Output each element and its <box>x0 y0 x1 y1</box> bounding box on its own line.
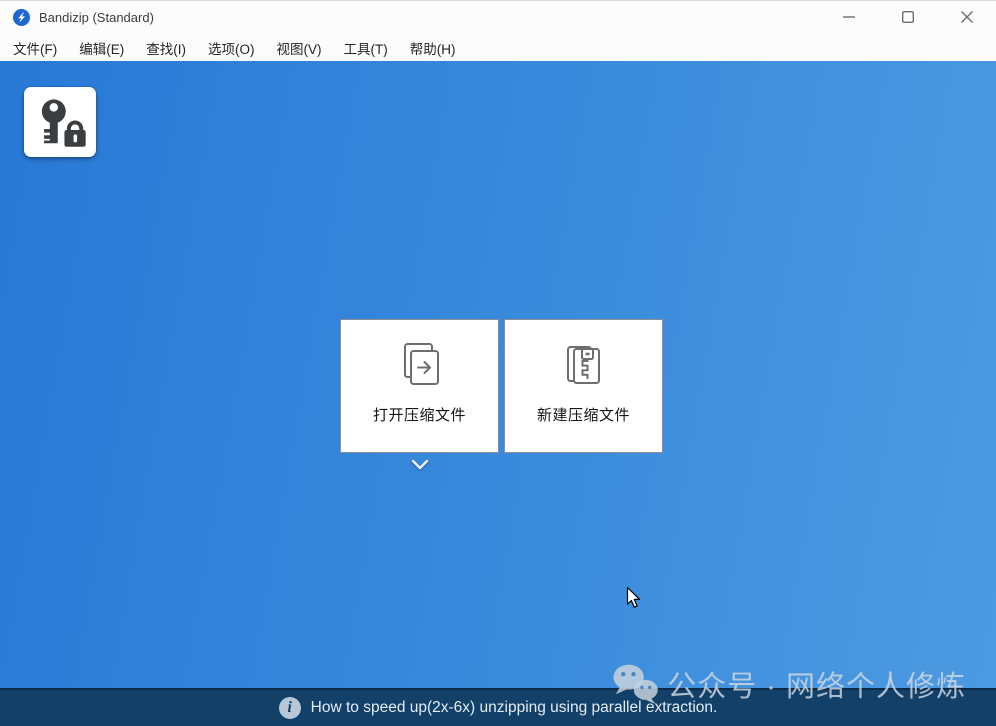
mouse-cursor <box>626 586 641 609</box>
menu-view[interactable]: 视图(V) <box>266 35 333 61</box>
info-icon: i <box>279 697 301 719</box>
menu-help[interactable]: 帮助(H) <box>399 35 467 61</box>
menu-tools[interactable]: 工具(T) <box>333 35 399 61</box>
key-lock-icon <box>27 91 93 153</box>
watermark-text: 公众号 · 网络个人修炼 <box>667 663 966 705</box>
title-bar: Bandizip (Standard) <box>0 0 996 34</box>
wechat-icon <box>612 663 659 705</box>
watermark: 公众号 · 网络个人修炼 <box>612 663 966 705</box>
password-key-lock-shortcut[interactable] <box>24 87 96 157</box>
open-archive-icon <box>394 339 446 391</box>
maximize-icon <box>902 11 914 23</box>
close-icon <box>961 11 973 23</box>
new-archive-label: 新建压缩文件 <box>537 404 630 425</box>
menu-options[interactable]: 选项(O) <box>197 35 266 61</box>
chevron-down-icon[interactable] <box>411 459 429 471</box>
menu-file[interactable]: 文件(F) <box>2 35 68 61</box>
maximize-button[interactable] <box>878 0 937 34</box>
workspace-background: 打开压缩文件 新建压缩文件 <box>0 61 996 688</box>
new-archive-card[interactable]: 新建压缩文件 <box>504 319 663 453</box>
bandizip-window: Bandizip (Standard) 文件(F) 编辑(E) <box>0 0 996 726</box>
minimize-button[interactable] <box>819 0 878 34</box>
window-title: Bandizip (Standard) <box>39 10 154 25</box>
quick-action-cards: 打开压缩文件 新建压缩文件 <box>340 319 663 453</box>
menu-bar: 文件(F) 编辑(E) 查找(I) 选项(O) 视图(V) 工具(T) 帮助(H… <box>0 34 996 61</box>
open-archive-card[interactable]: 打开压缩文件 <box>340 319 499 453</box>
open-archive-label: 打开压缩文件 <box>373 404 466 425</box>
window-controls <box>819 0 996 34</box>
new-archive-icon <box>558 339 610 391</box>
bandizip-logo-icon <box>13 9 30 26</box>
menu-edit[interactable]: 编辑(E) <box>68 35 135 61</box>
menu-find[interactable]: 查找(I) <box>135 35 197 61</box>
close-button[interactable] <box>937 0 996 34</box>
minimize-icon <box>843 11 855 23</box>
